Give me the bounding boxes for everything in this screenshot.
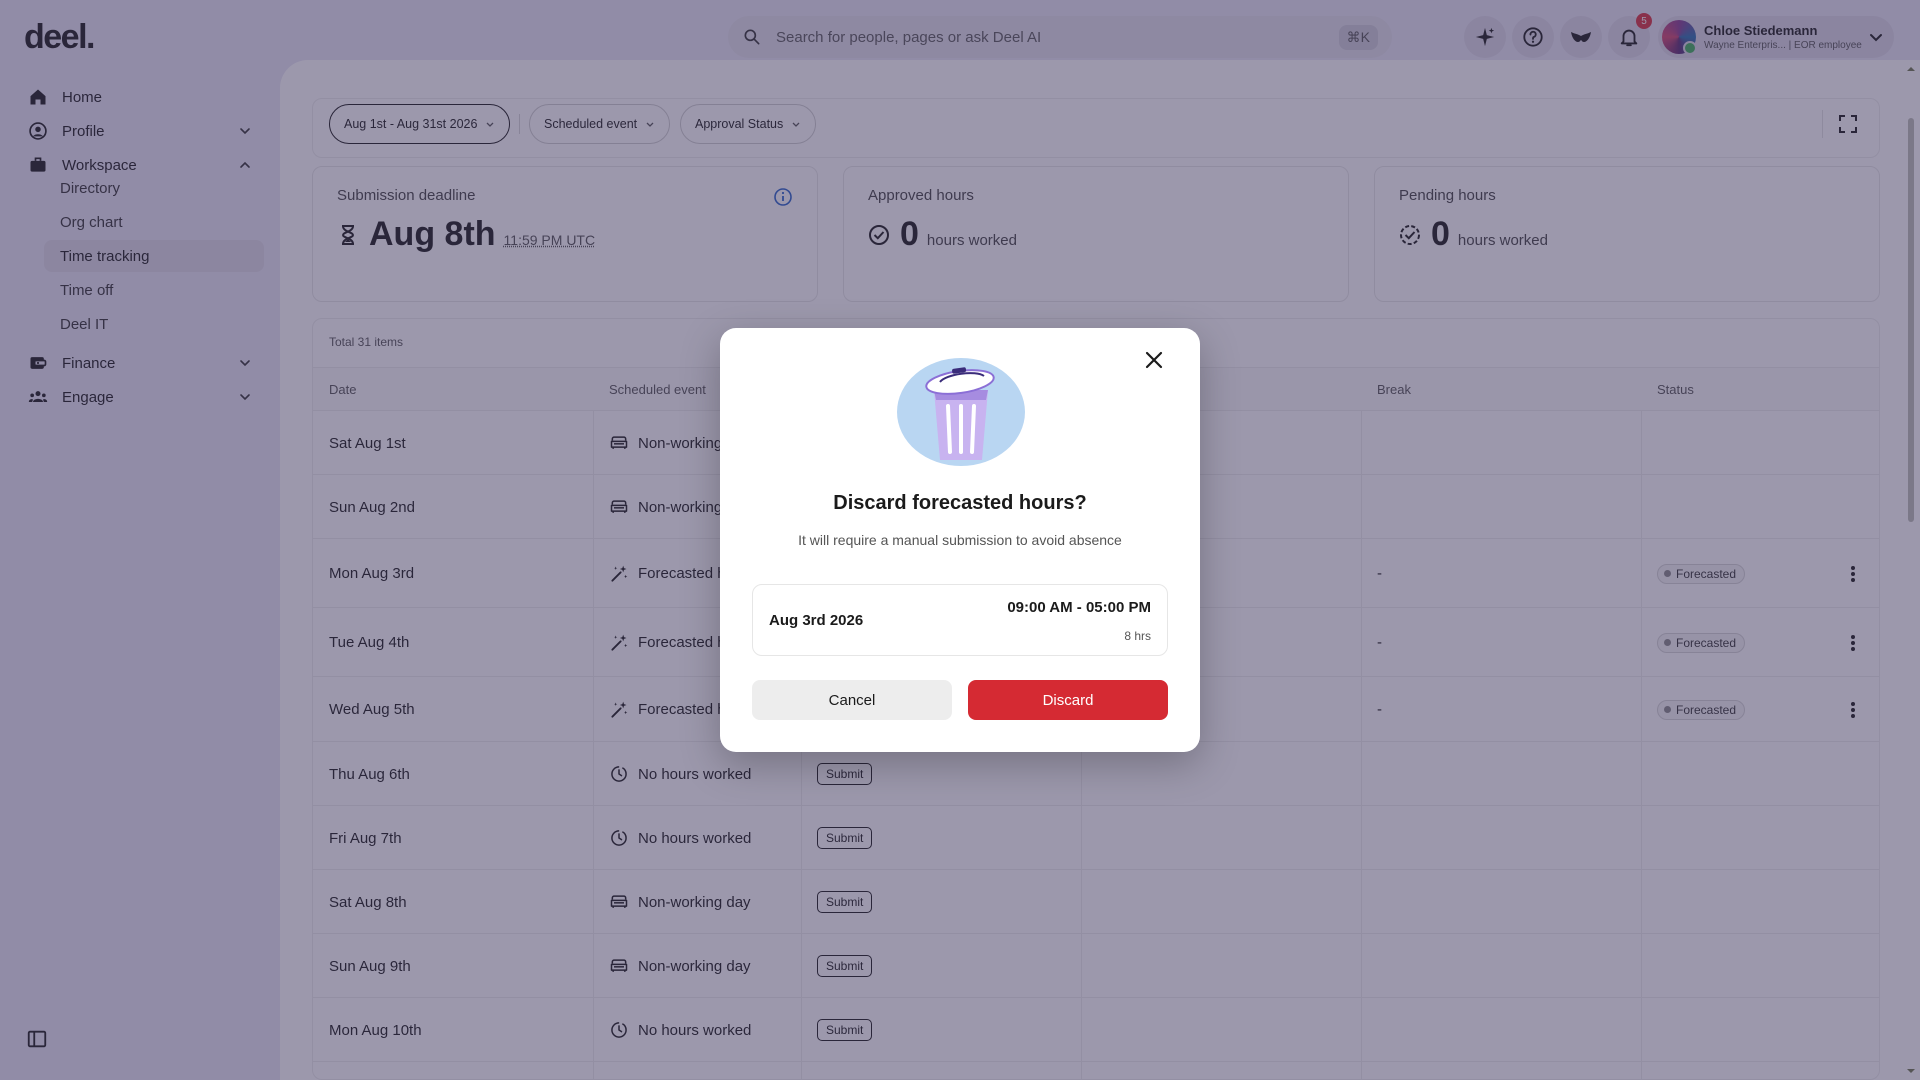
entry-time-range: 09:00 AM - 05:00 PM bbox=[1007, 599, 1151, 616]
entry-hours: 8 hrs bbox=[1124, 629, 1151, 643]
cancel-button[interactable]: Cancel bbox=[752, 680, 952, 720]
discard-dialog: Discard forecasted hours? It will requir… bbox=[720, 328, 1200, 752]
discard-button[interactable]: Discard bbox=[968, 680, 1168, 720]
entry-date: Aug 3rd 2026 bbox=[769, 612, 864, 629]
scroll-down-icon[interactable] bbox=[1904, 1064, 1918, 1078]
close-icon[interactable] bbox=[1142, 348, 1166, 372]
dialog-description: It will require a manual submission to a… bbox=[798, 532, 1122, 548]
scroll-up-icon[interactable] bbox=[1904, 62, 1918, 76]
scrollbar-thumb[interactable] bbox=[1908, 118, 1914, 522]
trash-can-illustration bbox=[897, 358, 1025, 466]
forecast-entry-summary: Aug 3rd 2026 09:00 AM - 05:00 PM 8 hrs bbox=[752, 584, 1168, 656]
dialog-title: Discard forecasted hours? bbox=[833, 492, 1087, 514]
